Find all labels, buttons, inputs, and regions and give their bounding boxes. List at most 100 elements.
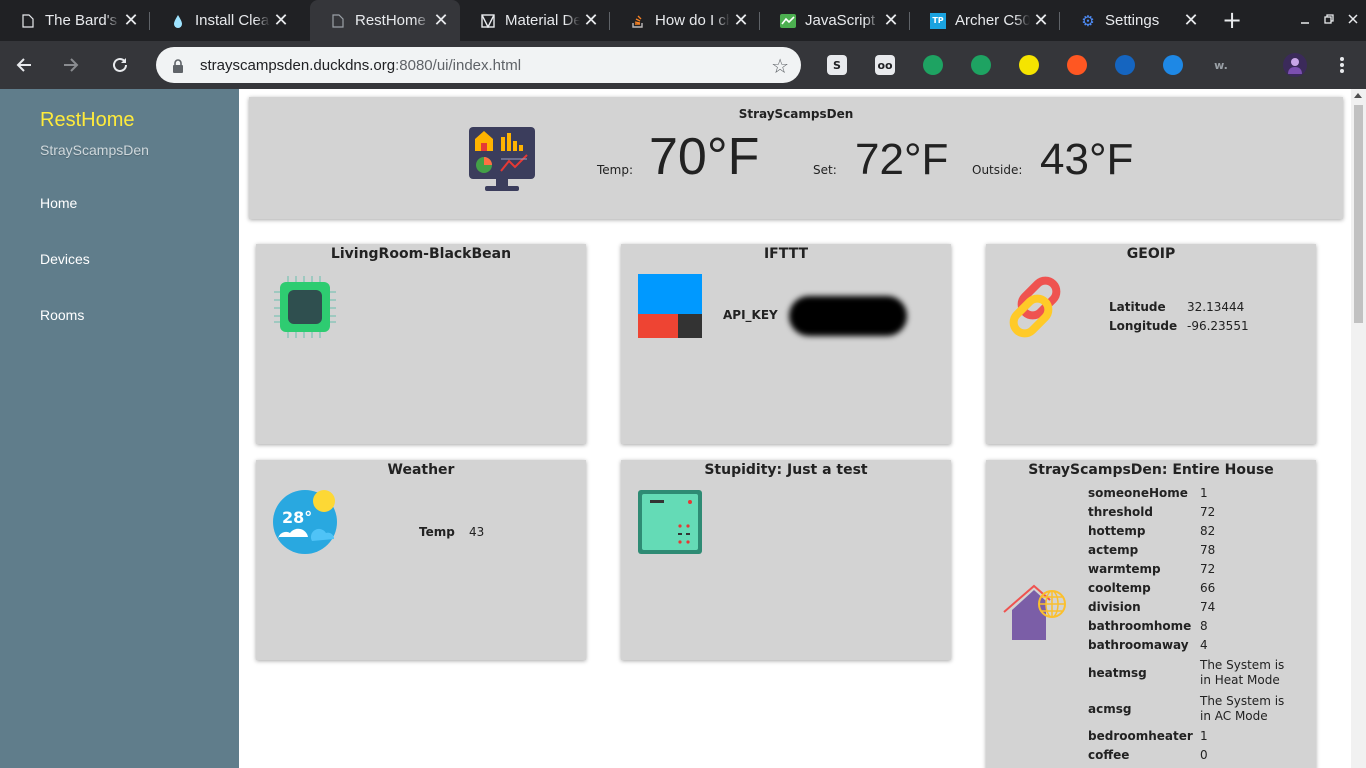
page-scrollbar[interactable]	[1351, 89, 1366, 768]
window-close-icon[interactable]	[1342, 8, 1364, 30]
attribute-value: 66	[1200, 581, 1216, 595]
extension-icon[interactable]: w.	[1211, 55, 1231, 75]
drop-icon	[170, 13, 186, 29]
attribute-key: division	[1088, 600, 1141, 614]
device-card-entire-house[interactable]: StrayScampsDen: Entire House someoneHome…	[986, 460, 1316, 768]
close-icon[interactable]: ✕	[730, 10, 752, 32]
bookmark-star-icon[interactable]: ☆	[771, 54, 789, 78]
close-icon[interactable]: ✕	[1030, 10, 1052, 32]
extension-icon[interactable]	[923, 55, 943, 75]
attribute-row: hottemp 82	[1088, 522, 1290, 541]
attribute-value: 8	[1200, 619, 1208, 633]
api-key-label: API_KEY	[723, 308, 778, 322]
extension-icon[interactable]	[971, 55, 991, 75]
attribute-row: bedroomheater 1	[1088, 727, 1290, 746]
close-icon[interactable]: ✕	[1180, 10, 1202, 32]
extension-icon[interactable]	[1163, 55, 1183, 75]
smart-house-icon	[1002, 584, 1068, 648]
browser-toolbar: strayscampsden.duckdns.org:8080/ui/index…	[0, 41, 1366, 89]
device-card-geoip[interactable]: GEOIP Latitude 32.13444 Longitude -96.23…	[986, 244, 1316, 444]
attribute-key: hottemp	[1088, 524, 1146, 538]
menu-kebab-icon[interactable]	[1328, 51, 1356, 79]
temp-label: Temp:	[597, 163, 634, 177]
card-title: Stupidity: Just a test	[704, 462, 868, 478]
card-title: IFTTT	[763, 246, 809, 262]
profile-avatar[interactable]	[1283, 53, 1307, 77]
minimize-icon[interactable]	[1294, 8, 1316, 30]
device-card-weather[interactable]: Weather 28° Temp 43	[256, 460, 586, 660]
attribute-row: acmsg The System is in AC Mode	[1088, 691, 1290, 727]
device-card-ifttt[interactable]: IFTTT API_KEY	[621, 244, 951, 444]
weather-temp-label: Temp	[419, 525, 455, 539]
sidebar-item-devices[interactable]: Devices	[40, 251, 90, 267]
close-icon[interactable]: ✕	[120, 10, 142, 32]
attribute-row: actemp 78	[1088, 541, 1290, 560]
setpoint-value: 72°F	[855, 135, 949, 184]
tab-install-clear[interactable]: Install Clear ✕	[150, 0, 300, 41]
tab-bards-tale[interactable]: The Bard's Tale ✕	[0, 0, 150, 41]
tab-strip: The Bard's Tale ✕ Install Clear ✕ RestHo…	[0, 0, 1366, 41]
attribute-key: coffee	[1088, 748, 1130, 762]
close-icon[interactable]: ✕	[430, 10, 452, 32]
card-title: GEOIP	[1126, 246, 1176, 262]
attribute-key: bedroomheater	[1088, 729, 1193, 743]
tab-title: Settings	[1105, 12, 1160, 29]
attribute-table: someoneHome 1 threshold 72 hottemp 82 actemp 78…	[1088, 484, 1290, 765]
tplink-icon: TP	[930, 12, 946, 29]
attribute-key: someoneHome	[1088, 486, 1188, 500]
attribute-value: The System is in AC Mode	[1200, 694, 1285, 723]
tab-resthome[interactable]: RestHome ✕	[310, 0, 460, 41]
panel-device-icon	[638, 490, 702, 558]
tab-how-do-i[interactable]: How do I check ✕	[610, 0, 760, 41]
forward-arrow-icon[interactable]	[57, 51, 85, 79]
address-bar[interactable]: strayscampsden.duckdns.org:8080/ui/index…	[156, 47, 801, 83]
sidebar-item-home[interactable]: Home	[40, 195, 77, 211]
restore-icon[interactable]	[1318, 8, 1340, 30]
close-icon[interactable]: ✕	[880, 10, 902, 32]
lock-icon	[172, 58, 186, 73]
tab-archer-c50[interactable]: TP Archer C50 ✕	[910, 0, 1060, 41]
chip-icon	[272, 274, 338, 344]
card-title: StrayScampsDen: Entire House	[1028, 462, 1274, 478]
dashboard-monitor-icon	[469, 127, 535, 197]
extension-icon[interactable]: oo	[875, 55, 895, 75]
reload-icon[interactable]	[106, 51, 134, 79]
new-tab-button[interactable]: +	[1220, 6, 1244, 34]
url-path: :8080/ui/index.html	[395, 56, 522, 74]
scrollbar-thumb[interactable]	[1354, 105, 1363, 323]
tab-javascript[interactable]: JavaScript ✕	[760, 0, 910, 41]
attribute-value: 1	[1200, 729, 1208, 743]
latitude-value: 32.13444	[1187, 300, 1245, 314]
extension-icon[interactable]: S	[827, 55, 847, 75]
tab-title: RestHome	[355, 12, 426, 29]
tab-title: Archer C50	[955, 12, 1030, 29]
url-text: strayscampsden.duckdns.org:8080/ui/index…	[200, 57, 521, 74]
tab-settings[interactable]: ⚙ Settings ✕	[1060, 0, 1210, 41]
attribute-key: threshold	[1088, 505, 1153, 519]
attribute-key: bathroomhome	[1088, 619, 1192, 633]
sidebar-item-rooms[interactable]: Rooms	[40, 307, 84, 323]
brand-title[interactable]: RestHome	[40, 109, 134, 132]
doc-icon	[330, 13, 346, 29]
attribute-key: acmsg	[1088, 701, 1132, 716]
attribute-row: bathroomhome 8	[1088, 617, 1290, 636]
device-card-blackbean[interactable]: LivingRoom-BlackBean	[256, 244, 586, 444]
attribute-key: heatmsg	[1088, 665, 1147, 680]
tab-material-design[interactable]: Material Design ✕	[460, 0, 610, 41]
device-card-stupidity[interactable]: Stupidity: Just a test	[621, 460, 951, 660]
close-icon[interactable]: ✕	[270, 10, 292, 32]
close-icon[interactable]: ✕	[580, 10, 602, 32]
brand-subtitle: StrayScampsDen	[40, 142, 149, 158]
scroll-up-arrow-icon[interactable]	[1354, 93, 1362, 98]
attribute-value: 0	[1200, 748, 1208, 762]
ifttt-logo-icon	[638, 274, 702, 342]
extension-icon[interactable]	[1067, 55, 1087, 75]
attribute-value: The System is in Heat Mode	[1200, 658, 1285, 687]
attribute-value: 82	[1200, 524, 1216, 538]
extension-icon[interactable]	[1019, 55, 1039, 75]
extension-icon[interactable]	[1115, 55, 1135, 75]
attribute-row: coffee 0	[1088, 746, 1290, 765]
attribute-value: 72	[1200, 505, 1216, 519]
back-arrow-icon[interactable]	[10, 51, 38, 79]
attribute-row: threshold 72	[1088, 503, 1290, 522]
